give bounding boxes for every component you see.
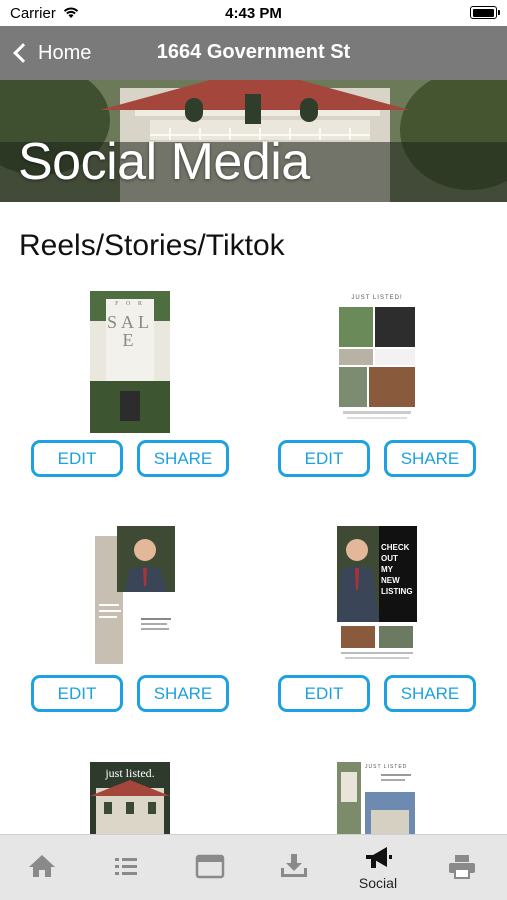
browser-icon <box>195 854 225 879</box>
share-button[interactable]: SHARE <box>137 440 229 477</box>
tab-browser[interactable] <box>168 835 252 900</box>
thumbnail-caption: JUST LISTED <box>365 764 408 770</box>
thumbnail-caption: SALE <box>106 312 153 350</box>
thumbnail-caption: just listed. <box>105 766 155 780</box>
tab-home[interactable] <box>0 835 84 900</box>
thumbnail-caption: F O R <box>115 301 145 307</box>
tab-label: Social <box>358 875 398 891</box>
status-bar: Carrier 4:43 PM <box>0 0 507 26</box>
template-thumbnail[interactable]: F O R SALE <box>90 291 170 433</box>
template-thumbnail[interactable]: JUST LISTED! <box>337 291 417 433</box>
edit-button[interactable]: EDIT <box>31 675 123 712</box>
hero-title: Social Media <box>18 133 310 191</box>
clock: 4:43 PM <box>225 5 282 22</box>
edit-button[interactable]: EDIT <box>278 440 370 477</box>
tab-bar: Social <box>0 834 507 900</box>
page-title: 1664 Government St <box>156 41 351 63</box>
edit-button[interactable]: EDIT <box>31 440 123 477</box>
tab-social[interactable]: Social <box>336 835 420 900</box>
battery-icon <box>470 6 500 19</box>
template-thumbnail[interactable]: CHECK OUT MY NEW LISTING <box>337 526 417 669</box>
template-thumbnail[interactable]: just listed. <box>90 762 170 834</box>
tab-download[interactable] <box>252 835 336 900</box>
share-button[interactable]: SHARE <box>137 675 229 712</box>
navigation-bar: Home 1664 Government St <box>0 26 507 80</box>
template-thumbnail[interactable]: JUST LISTED <box>337 762 417 834</box>
tab-list[interactable] <box>84 835 168 900</box>
battery-level <box>472 8 494 17</box>
template-thumbnail[interactable] <box>95 526 175 664</box>
share-button[interactable]: SHARE <box>384 675 476 712</box>
tab-print[interactable] <box>420 835 504 900</box>
home-icon <box>29 855 55 877</box>
share-button[interactable]: SHARE <box>384 440 476 477</box>
list-icon <box>115 858 137 875</box>
megaphone-icon <box>366 847 392 868</box>
edit-button[interactable]: EDIT <box>278 675 370 712</box>
thumbnail-caption: JUST LISTED! <box>351 295 403 301</box>
download-icon <box>281 854 307 877</box>
thumbnail-caption: CHECK OUT MY NEW LISTING <box>381 543 413 596</box>
printer-icon <box>449 855 475 879</box>
section-heading: Reels/Stories/Tiktok <box>19 229 285 262</box>
